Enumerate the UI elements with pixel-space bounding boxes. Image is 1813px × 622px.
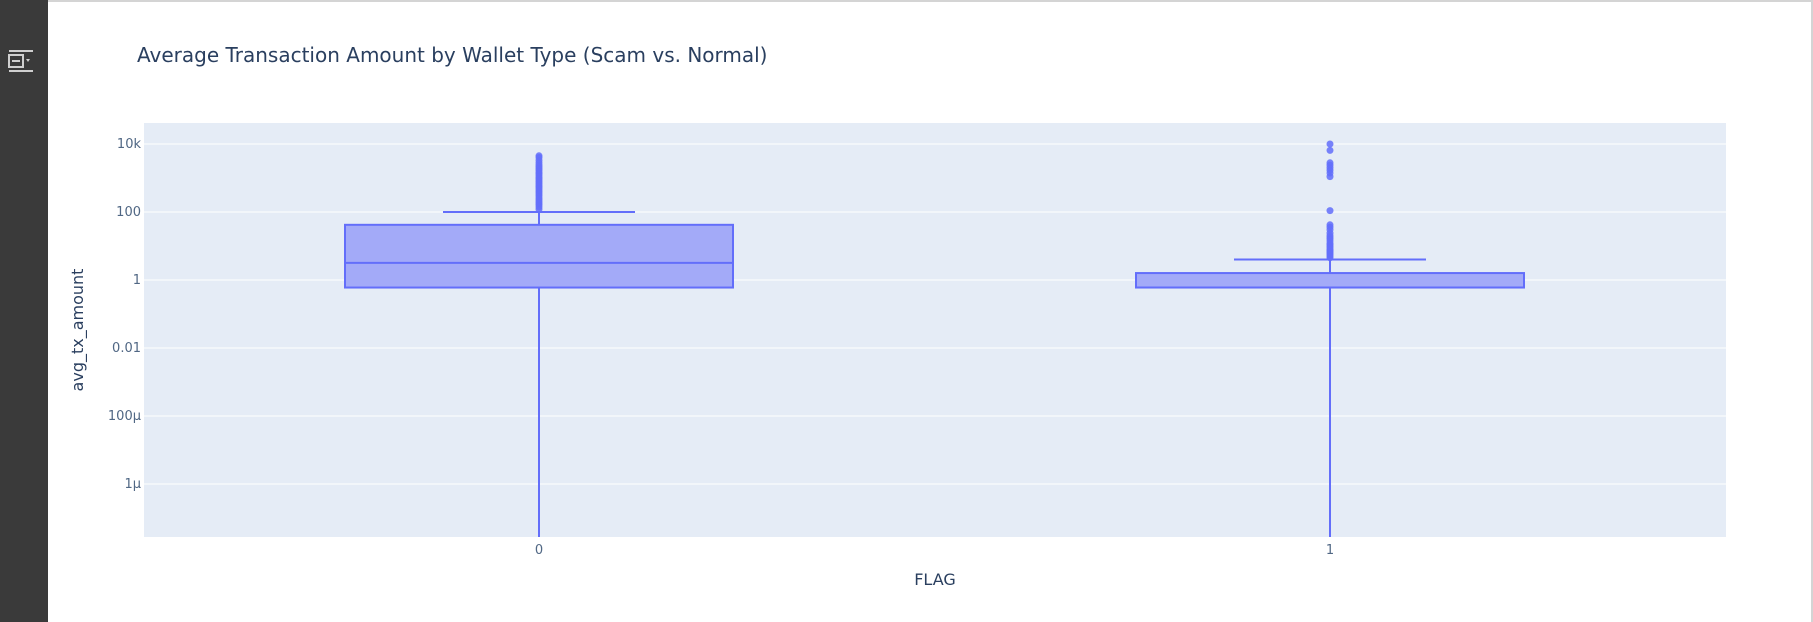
y-tick-label: 1 <box>133 273 141 288</box>
x-axis-title: FLAG <box>914 570 956 589</box>
y-tick-label: 100μ <box>108 409 141 424</box>
plot-background <box>144 123 1726 537</box>
outlier-point <box>1326 159 1334 167</box>
outlier-point <box>1326 207 1334 215</box>
box-body <box>344 223 734 289</box>
y-tick-label: 1μ <box>124 477 141 492</box>
y-tick-label: 100 <box>116 205 141 220</box>
x-tick-label: 1 <box>1326 543 1334 558</box>
box-body <box>1135 272 1525 289</box>
outlier-point <box>535 152 543 160</box>
outlier-point <box>1326 221 1334 229</box>
y-tick-label: 0.01 <box>112 341 141 356</box>
outlier-point <box>1326 146 1334 154</box>
x-tick-label: 0 <box>535 543 543 558</box>
outlier-point <box>1326 140 1334 148</box>
y-axis-title: avg_tx_amount <box>68 269 88 392</box>
y-tick-label: 10k <box>117 137 142 152</box>
box-plot-chart: 10k 100 1 0.01 100μ 1μ 0 1 FLAG avg_tx_amount <box>68 123 1726 589</box>
